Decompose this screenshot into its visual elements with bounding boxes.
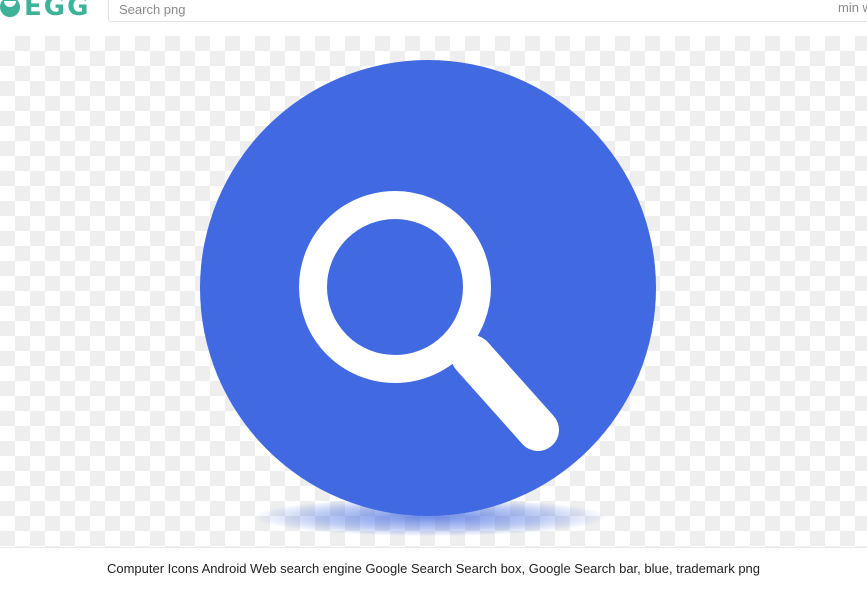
site-logo[interactable]: EGG (0, 0, 90, 22)
logo-text: EGG (24, 0, 91, 22)
search-magnifier-icon (299, 191, 559, 451)
image-caption: Computer Icons Android Web search engine… (0, 547, 867, 578)
image-viewer (0, 36, 867, 547)
site-header: EGG min w (0, 0, 867, 36)
search-input[interactable] (119, 0, 719, 19)
logo-icon (0, 0, 20, 17)
search-box[interactable]: min w (108, 0, 867, 22)
min-width-filter[interactable]: min w (838, 0, 867, 15)
